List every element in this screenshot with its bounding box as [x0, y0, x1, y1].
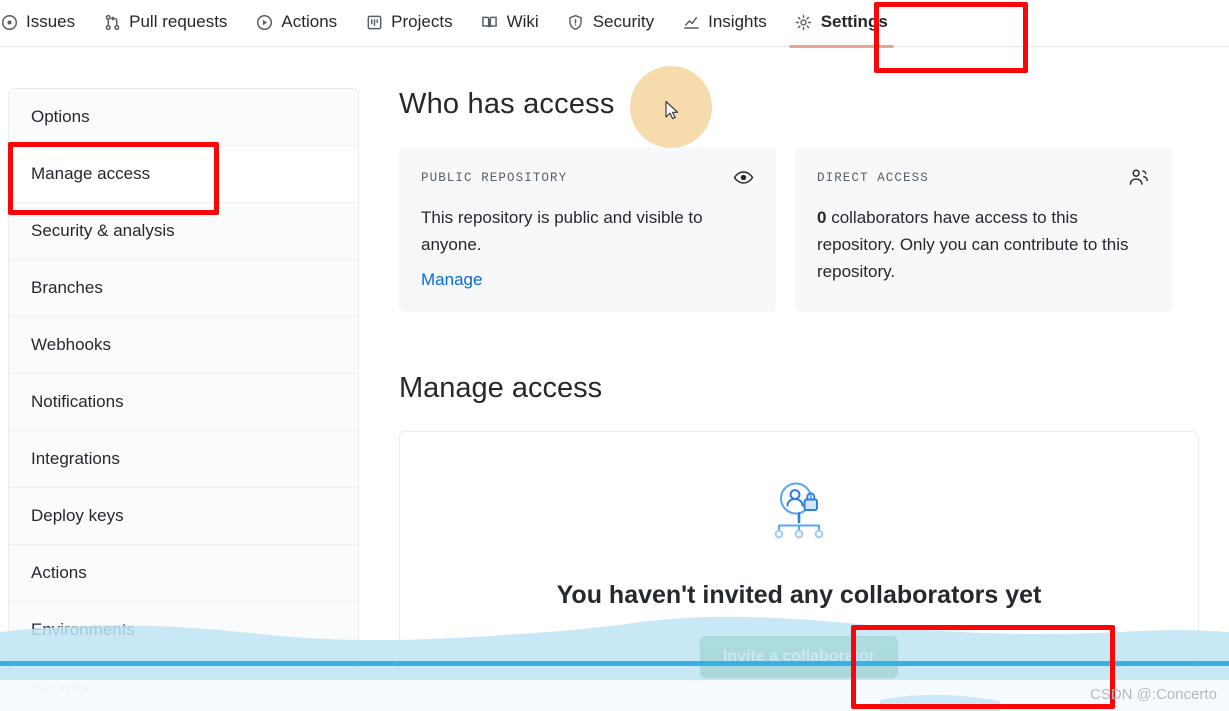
sidebar-item-branches[interactable]: Branches — [9, 260, 358, 317]
sidebar-item-actions[interactable]: Actions — [9, 545, 358, 602]
card-body: 0 collaborators have access to this repo… — [817, 204, 1150, 286]
locked-user-org-chart-illustration — [766, 480, 832, 547]
sidebar-item-label: Environments — [31, 620, 135, 639]
sidebar-item-manage-access[interactable]: Manage access — [9, 146, 358, 203]
sidebar-item-options[interactable]: Options — [9, 89, 358, 146]
sidebar-item-label: Deploy keys — [31, 506, 124, 525]
direct-access-card: DIRECT ACCESS 0 collaborators have acces… — [795, 147, 1172, 313]
card-kicker: DIRECT ACCESS — [817, 170, 929, 185]
graph-icon — [682, 13, 700, 31]
sidebar-item-environments[interactable]: Environments — [9, 602, 358, 659]
section-title: Manage access — [399, 372, 603, 405]
settings-sidebar: Options Manage access Security & analysi… — [8, 88, 359, 711]
sidebar-item-label: Actions — [31, 563, 87, 582]
page-title: Who has access — [399, 88, 615, 120]
people-icon — [1128, 167, 1150, 188]
eye-icon — [733, 167, 754, 188]
main-content: Who has access PUBLIC REPOSITORY This re… — [399, 88, 1199, 711]
collaborator-count-text: collaborators have access to this reposi… — [817, 208, 1129, 282]
nav-tab-label: Settings — [820, 12, 888, 31]
card-body: This repository is public and visible to… — [421, 208, 703, 255]
empty-state-title: You haven't invited any collaborators ye… — [556, 581, 1042, 610]
invite-collaborator-button[interactable]: Invite a collaborator — [700, 636, 898, 679]
nav-tab-label: Projects — [391, 12, 453, 31]
sidebar-item-label: Manage access — [31, 164, 151, 183]
active-tab-underline — [788, 45, 894, 48]
repo-nav: Issues Pull requests Actions Projects Wi… — [0, 0, 1229, 48]
project-board-icon — [365, 13, 383, 31]
nav-tab-label: Issues — [26, 12, 76, 31]
access-cards: PUBLIC REPOSITORY This repository is pub… — [399, 147, 1199, 313]
mouse-cursor-icon — [664, 100, 682, 127]
nav-tab-actions[interactable]: Actions — [241, 0, 351, 44]
sidebar-item-webhooks[interactable]: Webhooks — [9, 317, 358, 374]
nav-tab-label: Security — [592, 12, 655, 31]
nav-tab-label: Pull requests — [129, 12, 228, 31]
sidebar-item-label: Security & analysis — [31, 221, 175, 240]
screen-root: Issues Pull requests Actions Projects Wi… — [0, 0, 1229, 711]
card-header: PUBLIC REPOSITORY — [421, 167, 754, 188]
gear-icon — [795, 13, 813, 31]
sidebar-item-label: Webhooks — [31, 335, 112, 354]
nav-tab-label: Wiki — [506, 12, 539, 31]
nav-tab-projects[interactable]: Projects — [351, 0, 466, 44]
collaborators-panel: You haven't invited any collaborators ye… — [399, 431, 1199, 711]
public-repository-card: PUBLIC REPOSITORY This repository is pub… — [399, 147, 776, 313]
nav-tab-settings[interactable]: Settings — [781, 0, 902, 48]
sidebar-item-secrets[interactable]: Secrets — [9, 659, 358, 711]
nav-tab-issues[interactable]: Issues — [0, 0, 89, 44]
nav-tab-pull-requests[interactable]: Pull requests — [89, 0, 241, 44]
nav-tab-security[interactable]: Security — [553, 0, 668, 44]
sidebar-item-label: Integrations — [31, 449, 120, 468]
watermark: CSDN @:Concerto — [1090, 686, 1217, 703]
sidebar-item-security-and-analysis[interactable]: Security & analysis — [9, 203, 358, 260]
sidebar-item-label: Options — [31, 107, 90, 126]
issue-opened-icon — [0, 13, 18, 31]
play-circle-icon — [255, 13, 273, 31]
sidebar-item-label: Notifications — [31, 392, 124, 411]
sidebar-item-notifications[interactable]: Notifications — [9, 374, 358, 431]
sidebar-item-label: Branches — [31, 278, 103, 297]
nav-tab-wiki[interactable]: Wiki — [467, 0, 553, 44]
shield-icon — [567, 13, 585, 31]
sidebar-item-label: Secrets — [31, 677, 89, 697]
nav-tab-label: Actions — [281, 12, 338, 31]
card-header: DIRECT ACCESS — [817, 167, 1150, 188]
manage-link[interactable]: Manage — [421, 270, 482, 290]
git-pull-request-icon — [103, 13, 121, 31]
card-kicker: PUBLIC REPOSITORY — [421, 170, 568, 185]
nav-tab-insights[interactable]: Insights — [668, 0, 781, 44]
sidebar-item-integrations[interactable]: Integrations — [9, 431, 358, 488]
sidebar-item-deploy-keys[interactable]: Deploy keys — [9, 488, 358, 545]
nav-tab-label: Insights — [708, 12, 767, 31]
book-icon — [481, 13, 499, 31]
